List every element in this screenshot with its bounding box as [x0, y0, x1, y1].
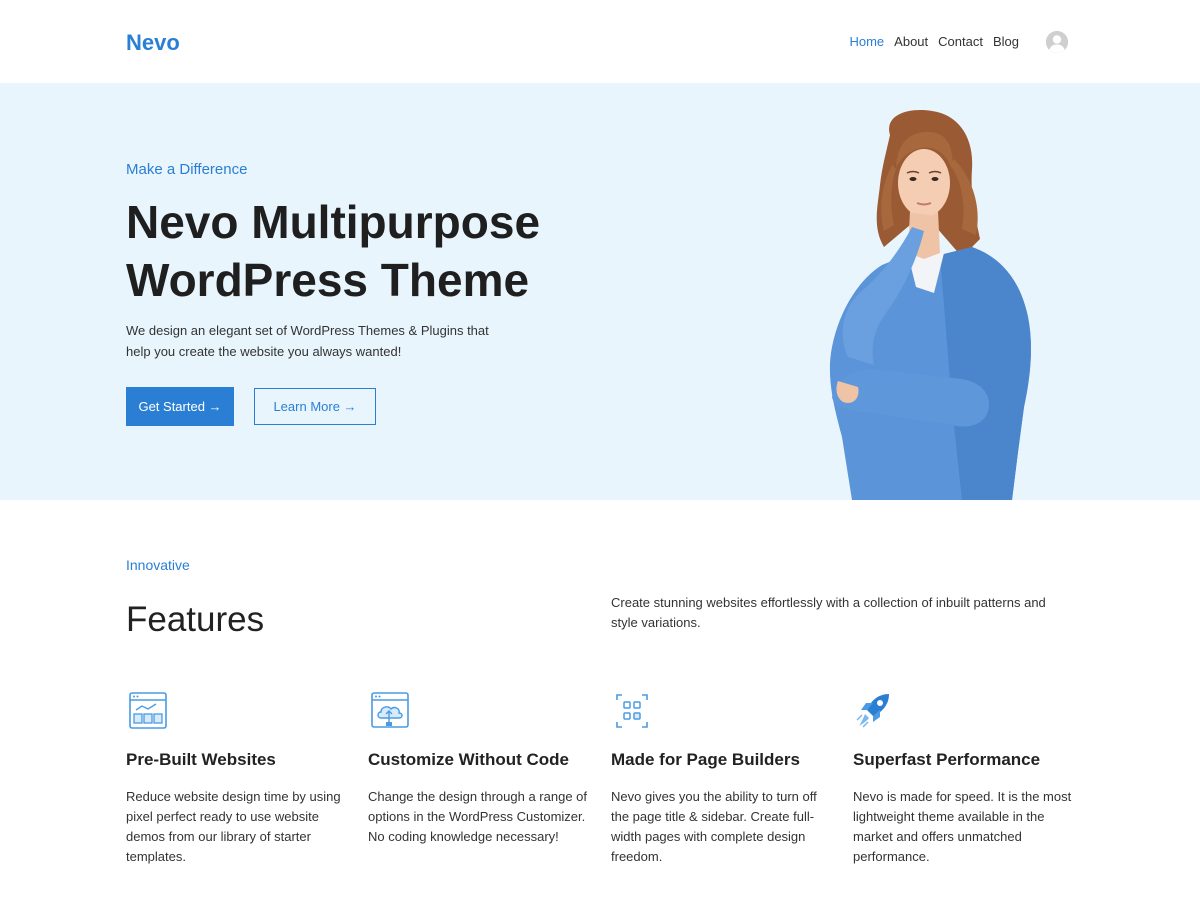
hero-description: We design an elegant set of WordPress Th…	[126, 323, 489, 359]
feature-title: Pre-Built Websites	[126, 750, 276, 769]
hero-eyebrow: Make a Difference	[126, 161, 248, 178]
website-template-icon	[129, 692, 167, 729]
features-title: Features	[126, 600, 265, 639]
feature-title: Superfast Performance	[853, 750, 1041, 769]
feature-card: Pre-Built Websites Reduce website design…	[126, 690, 351, 867]
nav-item-home[interactable]: Home	[849, 33, 884, 51]
page-builder-grid-icon	[616, 694, 648, 728]
main-nav: Home About Contact Blog	[849, 33, 1019, 51]
user-avatar-icon[interactable]	[1046, 31, 1068, 53]
feature-card: Superfast Performance Nevo is made for s…	[853, 690, 1078, 867]
feature-card: Made for Page Builders Nevo gives you th…	[611, 690, 836, 867]
features-intro: Create stunning websites effortlessly wi…	[611, 595, 1046, 630]
nav-item-about[interactable]: About	[894, 33, 928, 51]
learn-more-button[interactable]: Learn More →	[254, 388, 376, 425]
feature-text: Reduce website design time by using pixe…	[126, 789, 341, 864]
cloud-upload-icon	[371, 692, 409, 728]
feature-title: Customize Without Code	[368, 750, 569, 769]
features-eyebrow: Innovative	[126, 557, 190, 573]
rocket-icon	[856, 694, 889, 728]
feature-title: Made for Page Builders	[611, 750, 800, 769]
site-header: Nevo Home About Contact Blog	[0, 0, 1200, 83]
feature-text: Nevo gives you the ability to turn off t…	[611, 789, 817, 864]
feature-text: Change the design through a range of opt…	[368, 789, 588, 844]
nav-item-blog[interactable]: Blog	[993, 33, 1019, 51]
nav-item-contact[interactable]: Contact	[938, 33, 983, 51]
feature-card: Customize Without Code Change the design…	[368, 690, 593, 847]
hero-title: Nevo Multipurpose WordPress Theme	[126, 196, 541, 306]
hero-woman-image	[829, 110, 1031, 500]
get-started-button[interactable]: Get Started →	[126, 387, 234, 426]
site-logo[interactable]: Nevo	[126, 30, 180, 56]
features-section: Innovative Features Create stunning webs…	[0, 500, 1200, 900]
hero-section: Make a Difference Nevo Multipurpose Word…	[0, 83, 1200, 500]
feature-text: Nevo is made for speed. It is the most l…	[853, 789, 1072, 864]
